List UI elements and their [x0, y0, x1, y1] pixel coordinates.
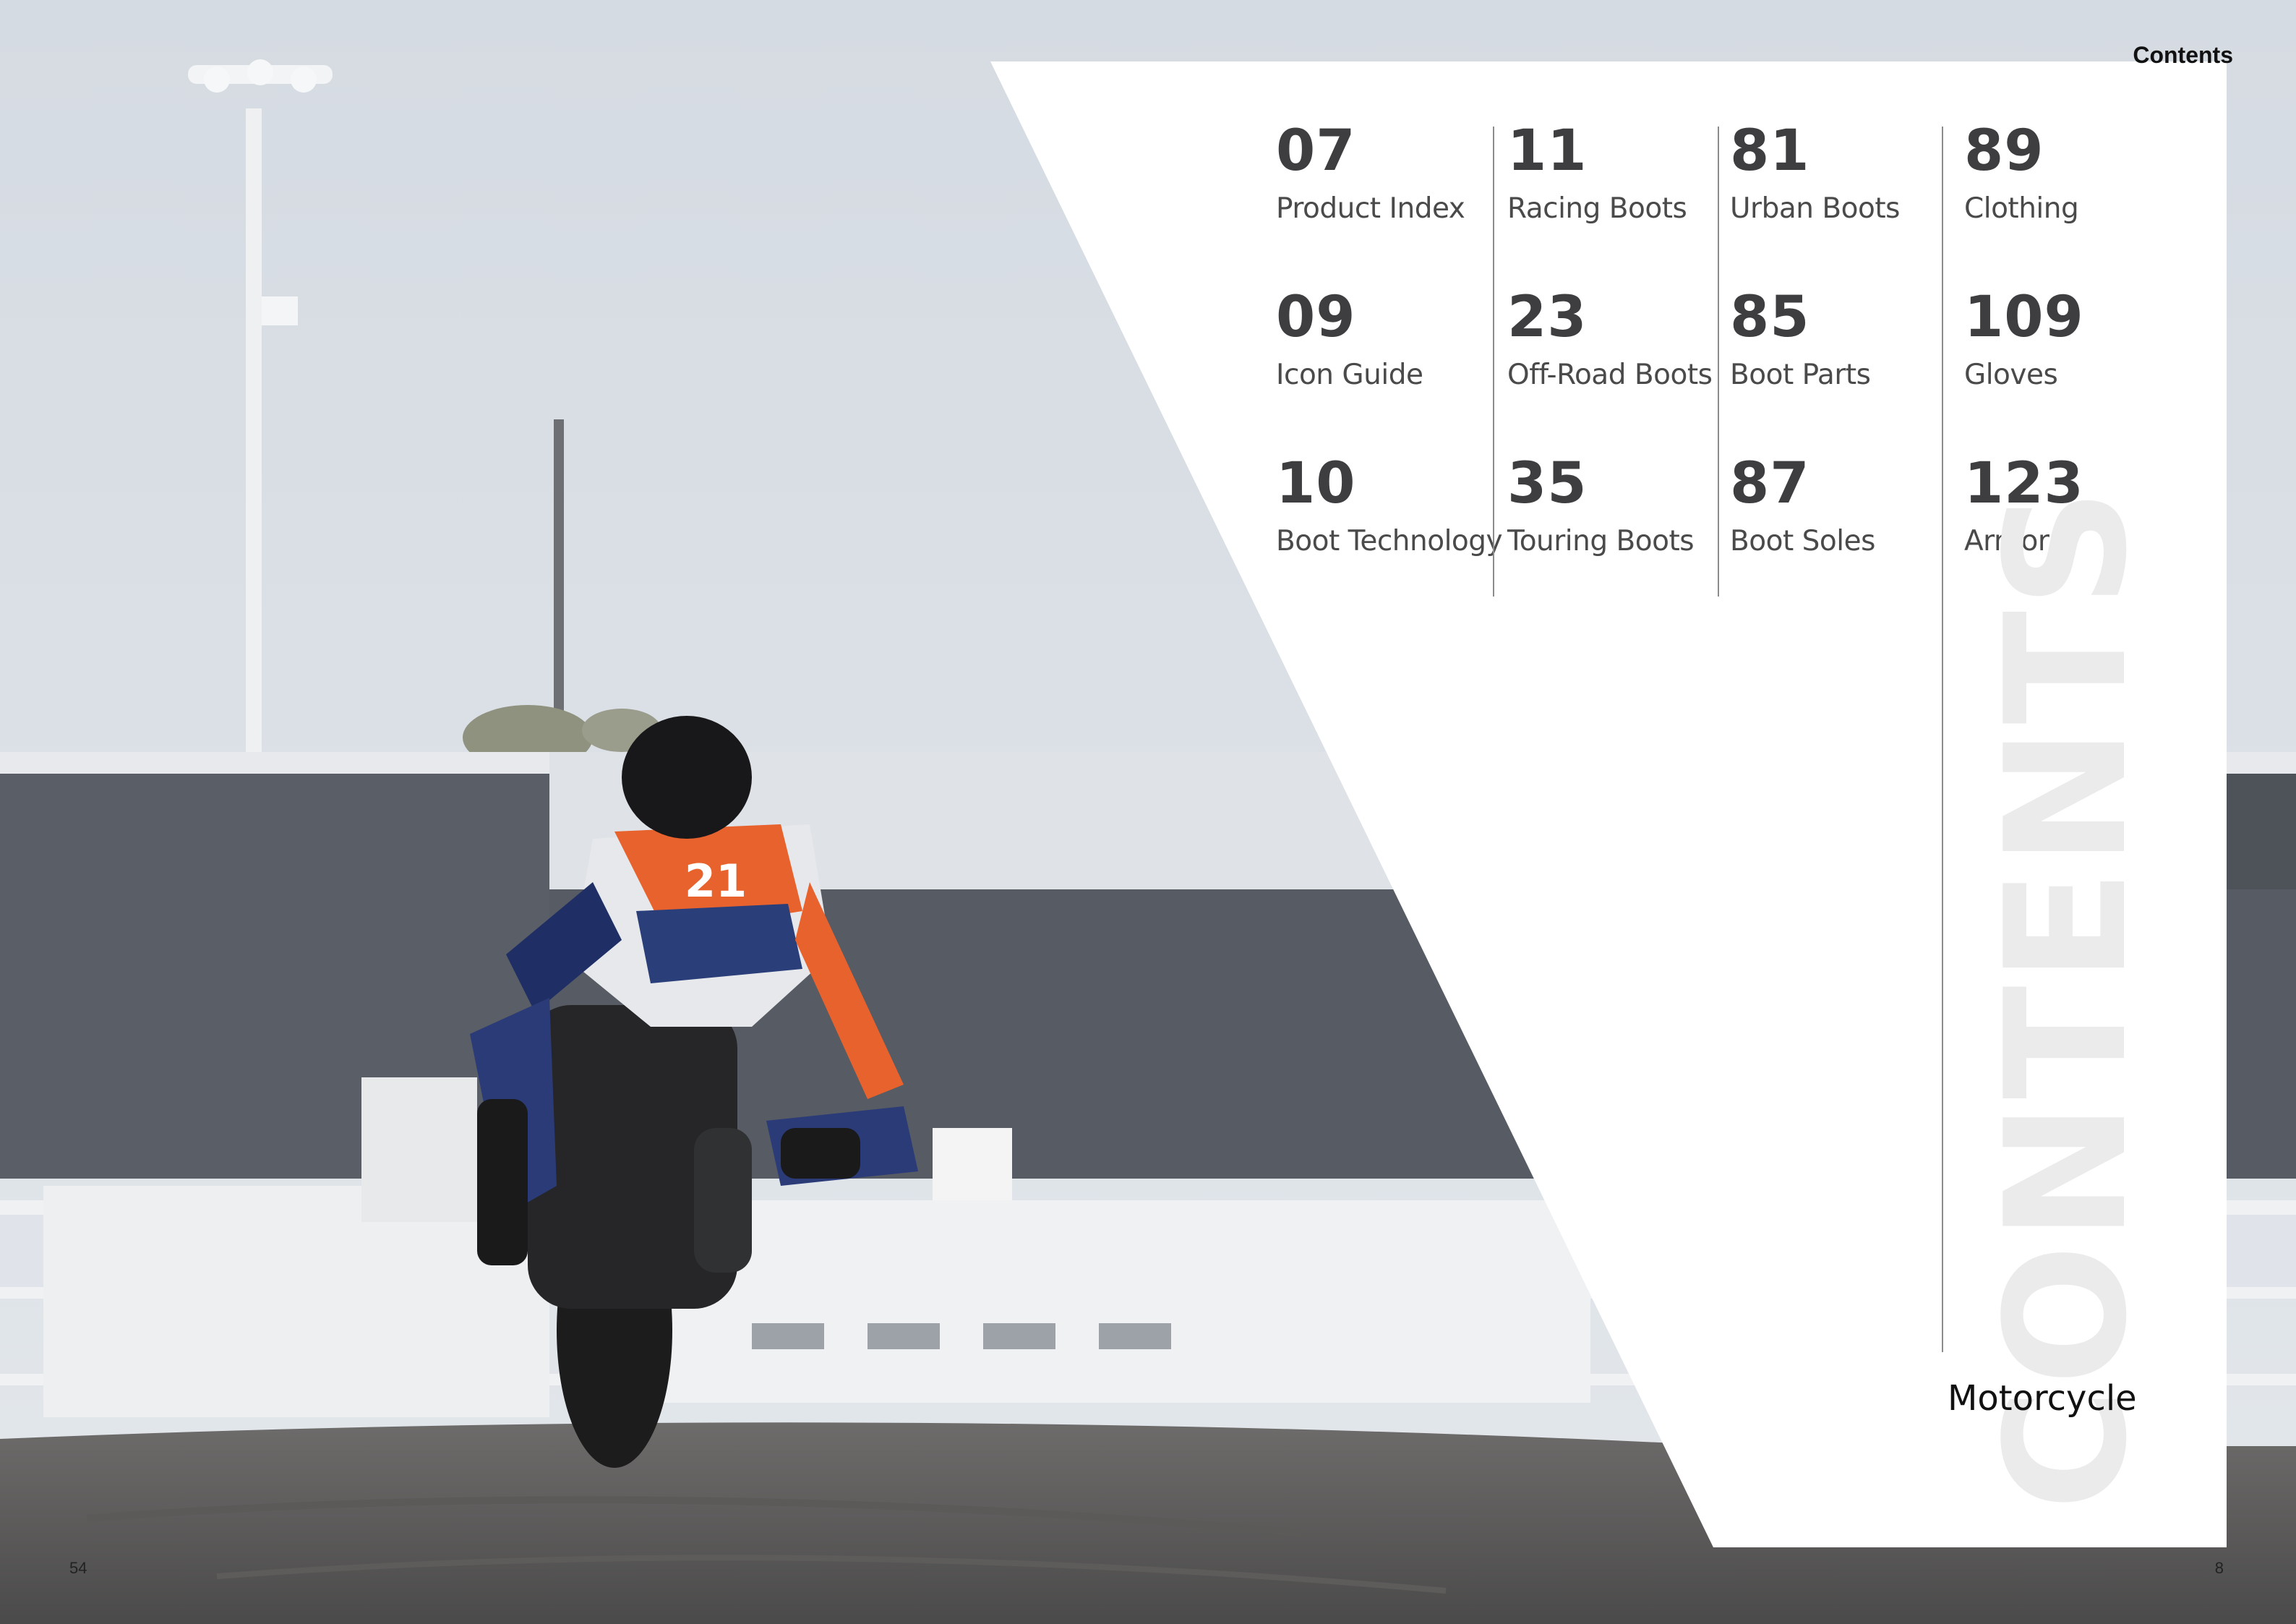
column-divider: [1493, 127, 1494, 597]
toc-label: Boot Technology: [1276, 525, 1503, 557]
page-number-right: 8: [2214, 1559, 2224, 1577]
toc-entry[interactable]: 35 Touring Boots: [1507, 441, 1712, 607]
column-divider: [1942, 127, 1943, 1352]
toc-page-number: 07: [1276, 119, 1356, 184]
toc-column: 81 Urban Boots 85 Boot Parts 87 Boot Sol…: [1730, 108, 1900, 607]
section-title: Motorcycle: [1948, 1378, 2137, 1419]
toc-page-number: 10: [1276, 451, 1356, 516]
toc-entry[interactable]: 23 Off-Road Boots: [1507, 275, 1713, 441]
toc-entry[interactable]: 09 Icon Guide: [1276, 275, 1502, 441]
toc-page-number: 35: [1507, 451, 1588, 516]
toc-label: Off-Road Boots: [1507, 359, 1713, 391]
toc-entry[interactable]: 109 Gloves: [1964, 275, 2084, 441]
section-header-label: Contents: [2133, 42, 2233, 68]
toc-page-number: 87: [1730, 451, 1810, 516]
toc-entry[interactable]: 87 Boot Soles: [1730, 441, 1900, 607]
toc-label: Icon Guide: [1276, 359, 1423, 391]
toc-entry[interactable]: 11 Racing Boots: [1507, 108, 1712, 275]
toc-page-number: 09: [1276, 285, 1356, 350]
toc-page-number: 85: [1730, 285, 1810, 350]
toc-label: Touring Boots: [1507, 525, 1695, 557]
toc-entry[interactable]: 07 Product Index: [1276, 108, 1502, 275]
contents-watermark: CONTENTS: [1971, 485, 2164, 1510]
toc-column: 07 Product Index 09 Icon Guide 10 Boot T…: [1276, 108, 1503, 607]
toc-entry[interactable]: 10 Boot Technology: [1276, 441, 1503, 607]
toc-page-number: 11: [1507, 119, 1588, 184]
toc-label: Gloves: [1964, 359, 2058, 391]
toc-label: Racing Boots: [1507, 192, 1687, 225]
toc-entry[interactable]: 89 Clothing: [1964, 108, 2084, 275]
toc-column: 11 Racing Boots 23 Off-Road Boots 35 Tou…: [1507, 108, 1713, 607]
toc-label: Clothing: [1964, 192, 2079, 225]
toc-entry[interactable]: 85 Boot Parts: [1730, 275, 1900, 441]
column-divider: [1718, 127, 1719, 597]
toc-label: Urban Boots: [1730, 192, 1900, 225]
page-number-left: 54: [69, 1559, 87, 1577]
toc-entry[interactable]: 81 Urban Boots: [1730, 108, 1900, 275]
toc-page-number: 81: [1730, 119, 1810, 184]
toc-page-number: 23: [1507, 285, 1588, 350]
toc-page-number: 109: [1964, 285, 2084, 350]
toc-label: Product Index: [1276, 192, 1465, 225]
toc-page-number: 89: [1964, 119, 2044, 184]
toc-label: Boot Parts: [1730, 359, 1871, 391]
toc-label: Boot Soles: [1730, 525, 1875, 557]
